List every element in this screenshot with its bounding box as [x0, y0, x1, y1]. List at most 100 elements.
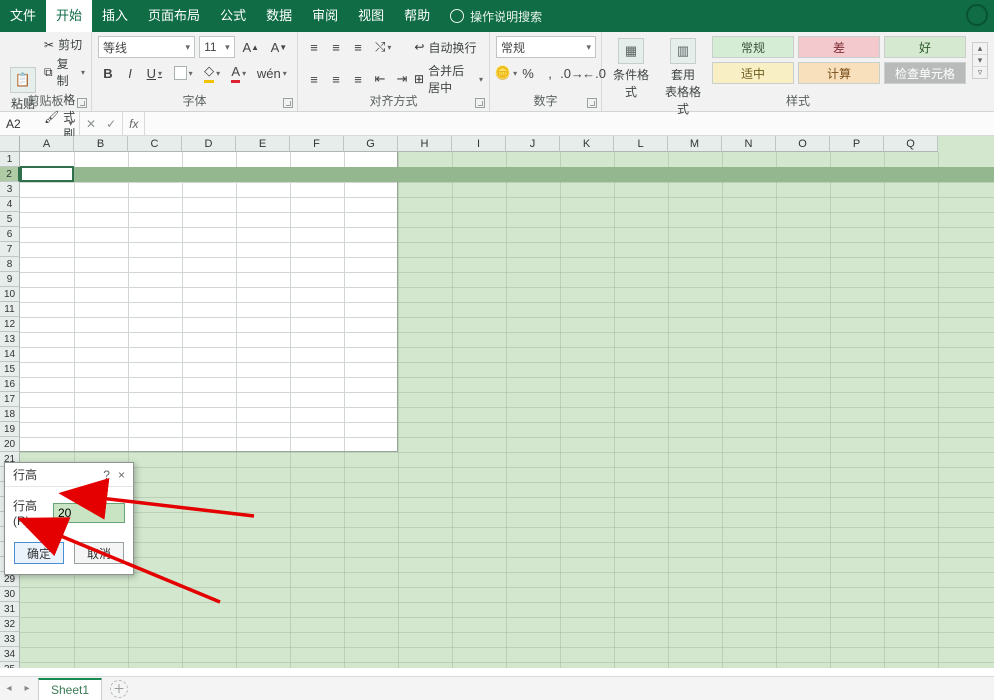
- cell-grid[interactable]: [20, 152, 994, 668]
- row-header-8[interactable]: 8: [0, 257, 20, 272]
- comma-button[interactable]: ,: [540, 62, 560, 84]
- column-headers[interactable]: ABCDEFGHIJKLMNOPQ: [20, 136, 938, 152]
- font-name-dropdown[interactable]: 等线▾: [98, 36, 195, 58]
- row-header-12[interactable]: 12: [0, 317, 20, 332]
- increase-font-button[interactable]: A▲: [239, 36, 263, 58]
- dialog-titlebar[interactable]: 行高 ? ×: [5, 463, 133, 487]
- number-format-dropdown[interactable]: 常规▾: [496, 36, 596, 58]
- row-header-33[interactable]: 33: [0, 632, 20, 647]
- sheet-tab-sheet1[interactable]: Sheet1: [38, 678, 102, 700]
- row-header-32[interactable]: 32: [0, 617, 20, 632]
- row-header-17[interactable]: 17: [0, 392, 20, 407]
- align-center-button[interactable]: ≡: [326, 68, 346, 90]
- col-header-I[interactable]: I: [452, 136, 506, 152]
- row-header-10[interactable]: 10: [0, 287, 20, 302]
- dialog-close-icon[interactable]: ×: [118, 468, 125, 482]
- row-header-20[interactable]: 20: [0, 437, 20, 452]
- phonetic-button[interactable]: wén▾: [253, 62, 291, 84]
- align-right-button[interactable]: ≡: [348, 68, 368, 90]
- row-header-35[interactable]: 35: [0, 662, 20, 668]
- col-header-H[interactable]: H: [398, 136, 452, 152]
- col-header-K[interactable]: K: [560, 136, 614, 152]
- row-header-11[interactable]: 11: [0, 302, 20, 317]
- tab-data[interactable]: 数据: [256, 0, 302, 32]
- col-header-B[interactable]: B: [74, 136, 128, 152]
- underline-button[interactable]: U▾: [142, 62, 167, 84]
- style-bad[interactable]: 差: [798, 36, 880, 58]
- sheet-nav-next[interactable]: ▸: [18, 680, 36, 698]
- col-header-O[interactable]: O: [776, 136, 830, 152]
- accounting-format-button[interactable]: 🪙▾: [496, 62, 516, 84]
- decrease-font-button[interactable]: A▼: [267, 36, 291, 58]
- font-color-button[interactable]: A▾: [227, 62, 251, 84]
- bold-button[interactable]: B: [98, 62, 118, 84]
- row-header-30[interactable]: 30: [0, 587, 20, 602]
- font-dialog-launcher[interactable]: [283, 98, 293, 108]
- tab-insert[interactable]: 插入: [92, 0, 138, 32]
- col-header-M[interactable]: M: [668, 136, 722, 152]
- gallery-down-icon[interactable]: ▾: [973, 55, 987, 67]
- row-header-34[interactable]: 34: [0, 647, 20, 662]
- sheet-nav-prev[interactable]: ◂: [0, 680, 18, 698]
- row-height-input[interactable]: [53, 503, 125, 523]
- row-header-31[interactable]: 31: [0, 602, 20, 617]
- number-dialog-launcher[interactable]: [587, 98, 597, 108]
- row-header-18[interactable]: 18: [0, 407, 20, 422]
- row-header-15[interactable]: 15: [0, 362, 20, 377]
- cut-button[interactable]: ✂剪切: [44, 36, 85, 53]
- new-sheet-button[interactable]: ＋: [110, 680, 128, 698]
- align-bottom-button[interactable]: ≡: [348, 36, 368, 58]
- percent-button[interactable]: %: [518, 62, 538, 84]
- merge-center-button[interactable]: ⊞合并后居中▾: [414, 62, 483, 96]
- style-neutral[interactable]: 适中: [712, 62, 794, 84]
- tell-me[interactable]: 操作说明搜索: [440, 8, 552, 25]
- decrease-indent-button[interactable]: ⇤: [370, 68, 390, 90]
- row-header-7[interactable]: 7: [0, 242, 20, 257]
- align-left-button[interactable]: ≡: [304, 68, 324, 90]
- wrap-text-button[interactable]: ↩自动换行: [414, 39, 476, 56]
- italic-button[interactable]: I: [120, 62, 140, 84]
- tab-page-layout[interactable]: 页面布局: [138, 0, 210, 32]
- dialog-help-icon[interactable]: ?: [103, 468, 110, 482]
- row-header-14[interactable]: 14: [0, 347, 20, 362]
- alignment-dialog-launcher[interactable]: [475, 98, 485, 108]
- col-header-L[interactable]: L: [614, 136, 668, 152]
- tab-review[interactable]: 审阅: [302, 0, 348, 32]
- row-header-13[interactable]: 13: [0, 332, 20, 347]
- col-header-D[interactable]: D: [182, 136, 236, 152]
- font-size-dropdown[interactable]: 11▾: [199, 36, 235, 58]
- cell-styles-gallery[interactable]: 常规 差 好 适中 计算 检查单元格: [712, 36, 966, 84]
- style-good[interactable]: 好: [884, 36, 966, 58]
- row-header-5[interactable]: 5: [0, 212, 20, 227]
- col-header-C[interactable]: C: [128, 136, 182, 152]
- increase-decimal-button[interactable]: .0→: [562, 62, 582, 84]
- row-header-4[interactable]: 4: [0, 197, 20, 212]
- col-header-Q[interactable]: Q: [884, 136, 938, 152]
- cancel-edit-icon[interactable]: ✕: [86, 117, 96, 131]
- clipboard-dialog-launcher[interactable]: [77, 98, 87, 108]
- style-check-cell[interactable]: 检查单元格: [884, 62, 966, 84]
- gallery-more-icon[interactable]: ▿: [973, 67, 987, 78]
- fill-color-button[interactable]: ◇▾: [200, 62, 225, 84]
- copy-button[interactable]: ⧉复制▾: [44, 55, 85, 89]
- borders-button[interactable]: ▾: [169, 62, 198, 84]
- insert-function-button[interactable]: fx: [123, 112, 145, 135]
- col-header-E[interactable]: E: [236, 136, 290, 152]
- col-header-A[interactable]: A: [20, 136, 74, 152]
- gallery-up-icon[interactable]: ▴: [973, 43, 987, 55]
- confirm-edit-icon[interactable]: ✓: [106, 117, 116, 131]
- row-header-19[interactable]: 19: [0, 422, 20, 437]
- tab-formulas[interactable]: 公式: [210, 0, 256, 32]
- align-middle-button[interactable]: ≡: [326, 36, 346, 58]
- row-header-1[interactable]: 1: [0, 152, 20, 167]
- col-header-J[interactable]: J: [506, 136, 560, 152]
- styles-gallery-scroller[interactable]: ▴ ▾ ▿: [972, 42, 988, 79]
- row-headers[interactable]: 1234567891011121314151617181920212223242…: [0, 152, 20, 668]
- ribbon-collapse-icon[interactable]: [966, 4, 988, 26]
- ok-button[interactable]: 确定: [14, 542, 64, 564]
- tab-help[interactable]: 帮助: [394, 0, 440, 32]
- row-header-2[interactable]: 2: [0, 167, 20, 182]
- style-calculation[interactable]: 计算: [798, 62, 880, 84]
- tab-file[interactable]: 文件: [0, 0, 46, 32]
- cancel-button[interactable]: 取消: [74, 542, 124, 564]
